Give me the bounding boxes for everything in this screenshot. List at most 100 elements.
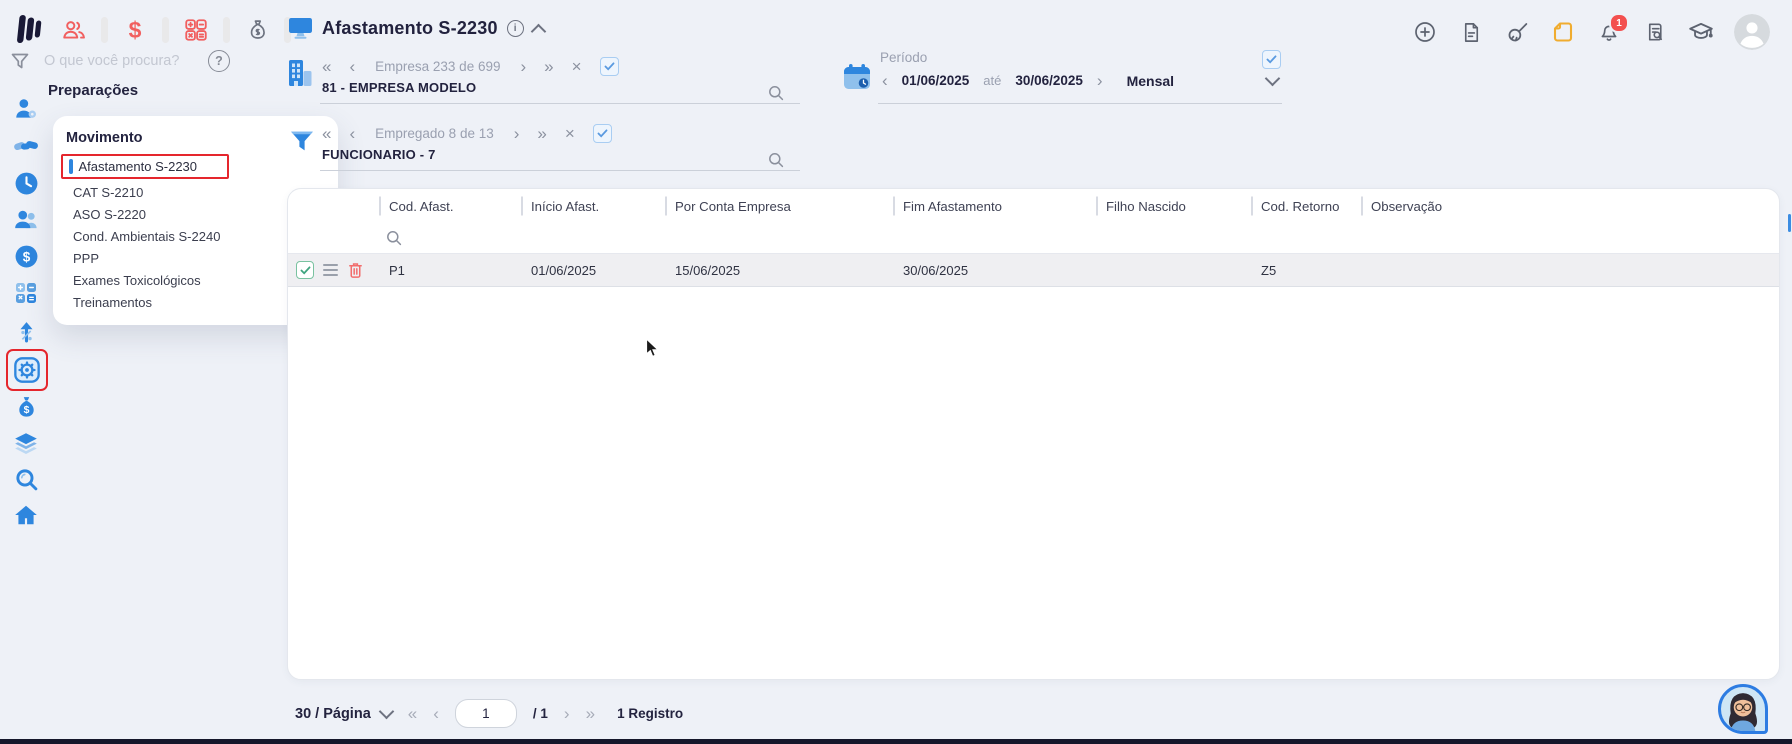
- employee-clear-button[interactable]: ×: [565, 125, 575, 142]
- company-search-icon[interactable]: [768, 85, 784, 101]
- period-label: Período: [880, 50, 928, 65]
- bell-icon[interactable]: 1: [1596, 13, 1629, 45]
- topbar-actions: 1: [1412, 13, 1770, 50]
- pagination-first-button[interactable]: «: [408, 704, 417, 724]
- filter-icon[interactable]: [10, 51, 30, 71]
- chevron-down-icon: [378, 703, 395, 720]
- svg-text:$: $: [22, 249, 30, 264]
- employee-next-button[interactable]: ›: [514, 125, 520, 142]
- person-config-icon[interactable]: [13, 96, 39, 122]
- note-icon[interactable]: [1550, 19, 1576, 45]
- people-icon[interactable]: [13, 207, 39, 233]
- company-value[interactable]: 81 - EMPRESA MODELO: [322, 80, 476, 95]
- home-icon[interactable]: [13, 502, 39, 528]
- page-number-input[interactable]: [454, 699, 517, 728]
- sidebar-item-afastamento-s2230[interactable]: Afastamento S-2230: [61, 154, 229, 179]
- pagination-next-button[interactable]: ›: [564, 704, 570, 724]
- column-header[interactable]: Observação: [1361, 199, 1779, 214]
- layers-icon[interactable]: [13, 430, 39, 456]
- period-start-date[interactable]: 01/06/2025: [902, 73, 970, 88]
- rail-item-esocial-selected[interactable]: [6, 349, 48, 391]
- column-header[interactable]: Filho Nascido: [1096, 199, 1251, 214]
- period-prev-button[interactable]: ‹: [882, 72, 888, 89]
- company-first-button[interactable]: «: [322, 58, 331, 75]
- row-checkbox[interactable]: [296, 261, 314, 279]
- calculator-icon[interactable]: [13, 280, 39, 306]
- company-counter: Empresa 233 de 699: [375, 59, 501, 74]
- company-icon: [287, 58, 314, 91]
- employee-counter: Empregado 8 de 13: [375, 126, 494, 141]
- employee-last-button[interactable]: »: [537, 125, 546, 142]
- app-logo[interactable]: [14, 12, 48, 46]
- info-icon[interactable]: i: [506, 20, 524, 37]
- employee-filter-icon: [289, 128, 315, 155]
- document-search-icon[interactable]: [1642, 19, 1668, 45]
- money-bag-icon[interactable]: $: [13, 394, 39, 420]
- clock-icon[interactable]: [13, 170, 39, 196]
- delete-row-icon[interactable]: [347, 261, 364, 279]
- employee-navigator: « ‹ Empregado 8 de 13 › » ×: [322, 124, 612, 143]
- column-header[interactable]: Cod. Retorno: [1251, 199, 1361, 214]
- company-clear-button[interactable]: ×: [572, 58, 582, 75]
- money-bag-module-icon[interactable]: [243, 16, 271, 44]
- cell-fim-afastamento: 30/06/2025: [903, 262, 969, 278]
- column-search-icon[interactable]: [386, 230, 402, 246]
- company-prev-button[interactable]: ‹: [349, 58, 355, 75]
- period-next-button[interactable]: ›: [1097, 72, 1103, 89]
- employee-prev-button[interactable]: ‹: [349, 125, 355, 142]
- column-header[interactable]: Fim Afastamento: [893, 199, 1096, 214]
- avatar[interactable]: [1734, 14, 1770, 50]
- afastamento-table: Cod. Afast. Início Afast. Por Conta Empr…: [287, 188, 1780, 680]
- company-next-button[interactable]: ›: [520, 58, 526, 75]
- pagination-prev-button[interactable]: ‹: [433, 704, 439, 724]
- graduation-cap-icon[interactable]: [1688, 19, 1714, 45]
- help-icon[interactable]: ?: [208, 50, 230, 72]
- table-row[interactable]: P1 01/06/2025 15/06/2025 30/06/2025 Z5: [288, 253, 1779, 287]
- people-module-icon[interactable]: [60, 16, 88, 44]
- record-count: 1 Registro: [617, 706, 684, 721]
- calculator-module-icon[interactable]: [182, 16, 210, 44]
- company-last-button[interactable]: »: [544, 58, 553, 75]
- company-navigator: « ‹ Empresa 233 de 699 › » ×: [322, 57, 619, 76]
- employee-value[interactable]: FUNCIONARIO - 7: [322, 147, 436, 162]
- column-header[interactable]: Início Afast.: [521, 199, 665, 214]
- employee-checkbox[interactable]: [592, 124, 612, 143]
- column-header[interactable]: Por Conta Empresa: [665, 199, 893, 214]
- handshake-icon[interactable]: [13, 133, 39, 159]
- chevron-down-icon[interactable]: [1264, 70, 1281, 87]
- chat-assistant-avatar[interactable]: [1718, 684, 1768, 734]
- esocial-gear-icon: [12, 355, 42, 385]
- scrollbar-fragment[interactable]: [1788, 214, 1791, 232]
- row-actions: [288, 261, 379, 279]
- collapse-icon[interactable]: [530, 23, 546, 40]
- period-until-label: até: [983, 73, 1002, 88]
- period-end-date[interactable]: 30/06/2025: [1015, 73, 1083, 88]
- column-header[interactable]: Cod. Afast.: [379, 199, 521, 214]
- employee-first-button[interactable]: «: [322, 125, 331, 142]
- document-icon[interactable]: [1458, 19, 1484, 45]
- calendar-icon: [842, 62, 872, 92]
- cell-cod-retorno: Z5: [1261, 262, 1277, 278]
- pagination-last-button[interactable]: »: [586, 704, 595, 724]
- growth-icon[interactable]: [13, 318, 39, 344]
- module-separator: [101, 17, 108, 43]
- add-record-icon[interactable]: [1412, 19, 1438, 45]
- company-checkbox[interactable]: [599, 57, 619, 76]
- search-input[interactable]: [42, 52, 196, 70]
- module-separator: [162, 17, 169, 43]
- page-size-select[interactable]: 30 / Página: [295, 703, 395, 722]
- cell-cod-afast: P1: [389, 262, 405, 278]
- period-mode-select[interactable]: Mensal: [1127, 73, 1174, 89]
- row-menu-icon[interactable]: [323, 264, 338, 276]
- section-title: Preparações: [48, 82, 139, 99]
- monitor-icon: [289, 18, 312, 39]
- employee-search-icon[interactable]: [768, 152, 784, 168]
- finance-module-icon[interactable]: $: [121, 16, 149, 44]
- period-checkbox[interactable]: [1262, 50, 1281, 69]
- page-header: Afastamento S-2230 i: [288, 17, 546, 40]
- page-total: / 1: [532, 706, 548, 721]
- search-rail-icon[interactable]: [13, 466, 39, 492]
- bottom-edge-bar: [0, 739, 1792, 744]
- dollar-circle-icon[interactable]: $: [13, 243, 39, 269]
- broom-icon[interactable]: [1504, 19, 1530, 45]
